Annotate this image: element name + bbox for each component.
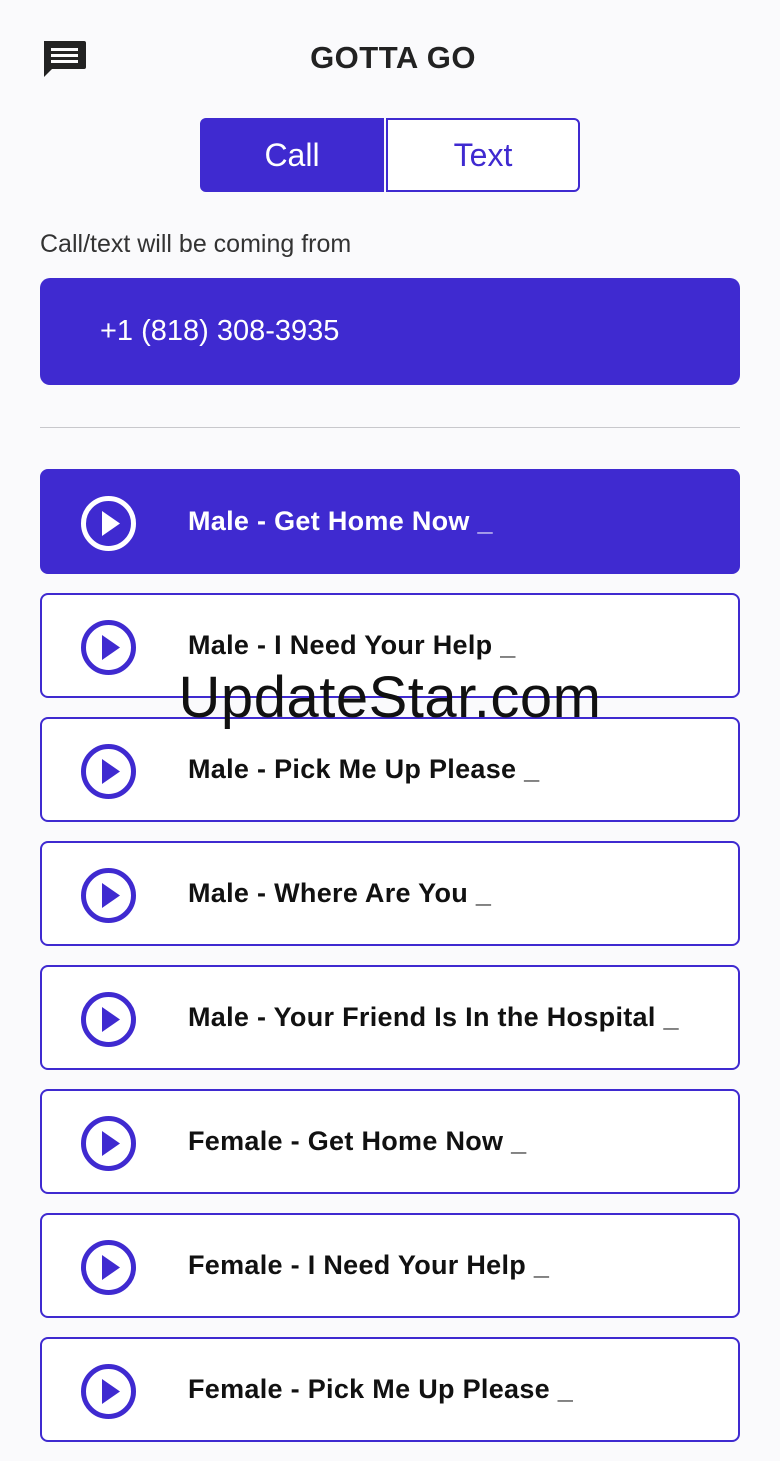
scenario-item[interactable]: Female - Get Home Now _ xyxy=(40,1089,740,1194)
caller-label: Call/text will be coming from xyxy=(40,230,352,258)
scenario-item[interactable]: Male - Pick Me Up Please _ xyxy=(40,717,740,822)
play-circle-icon[interactable] xyxy=(80,1239,137,1296)
play-circle-icon[interactable] xyxy=(80,1115,137,1172)
play-circle-icon[interactable] xyxy=(80,991,137,1048)
tab-text[interactable]: Text xyxy=(386,118,580,192)
scenario-item[interactable]: Male - Get Home Now _ xyxy=(40,469,740,574)
scenario-label: Male - Your Friend Is In the Hospital _ xyxy=(188,1002,679,1032)
scenario-item[interactable]: Female - I Need Your Help _ xyxy=(40,1213,740,1318)
scenario-label: Male - Get Home Now _ xyxy=(188,506,493,536)
scenario-item[interactable]: Female - Pick Me Up Please _ xyxy=(40,1337,740,1442)
scenario-label: Female - I Need Your Help _ xyxy=(188,1250,550,1280)
scenario-label: Male - Pick Me Up Please _ xyxy=(188,754,540,784)
phone-number-text: +1 (818) 308-3935 xyxy=(100,315,340,347)
scenario-label: Male - I Need Your Help _ xyxy=(188,630,516,660)
page-title: GOTTA GO xyxy=(310,40,476,75)
play-circle-icon[interactable] xyxy=(80,867,137,924)
scenario-item[interactable]: Male - Where Are You _ xyxy=(40,841,740,946)
scenario-label: Female - Pick Me Up Please _ xyxy=(188,1374,574,1404)
scenario-label: Male - Where Are You _ xyxy=(188,878,492,908)
call-text-toggle: Call Text xyxy=(200,118,580,192)
scenario-list: Male - Get Home Now _ Male - I Need Your… xyxy=(40,469,740,1461)
scenario-item[interactable]: Male - Your Friend Is In the Hospital _ xyxy=(40,965,740,1070)
scenario-item[interactable]: Male - I Need Your Help _ xyxy=(40,593,740,698)
play-circle-icon[interactable] xyxy=(80,495,137,552)
phone-number-button[interactable]: +1 (818) 308-3935 xyxy=(40,278,740,385)
divider xyxy=(40,427,740,428)
scenario-label: Female - Get Home Now _ xyxy=(188,1126,527,1156)
app-header: GOTTA GO xyxy=(0,0,780,118)
tab-call[interactable]: Call xyxy=(200,118,384,192)
play-circle-icon[interactable] xyxy=(80,619,137,676)
play-circle-icon[interactable] xyxy=(80,743,137,800)
play-circle-icon[interactable] xyxy=(80,1363,137,1420)
